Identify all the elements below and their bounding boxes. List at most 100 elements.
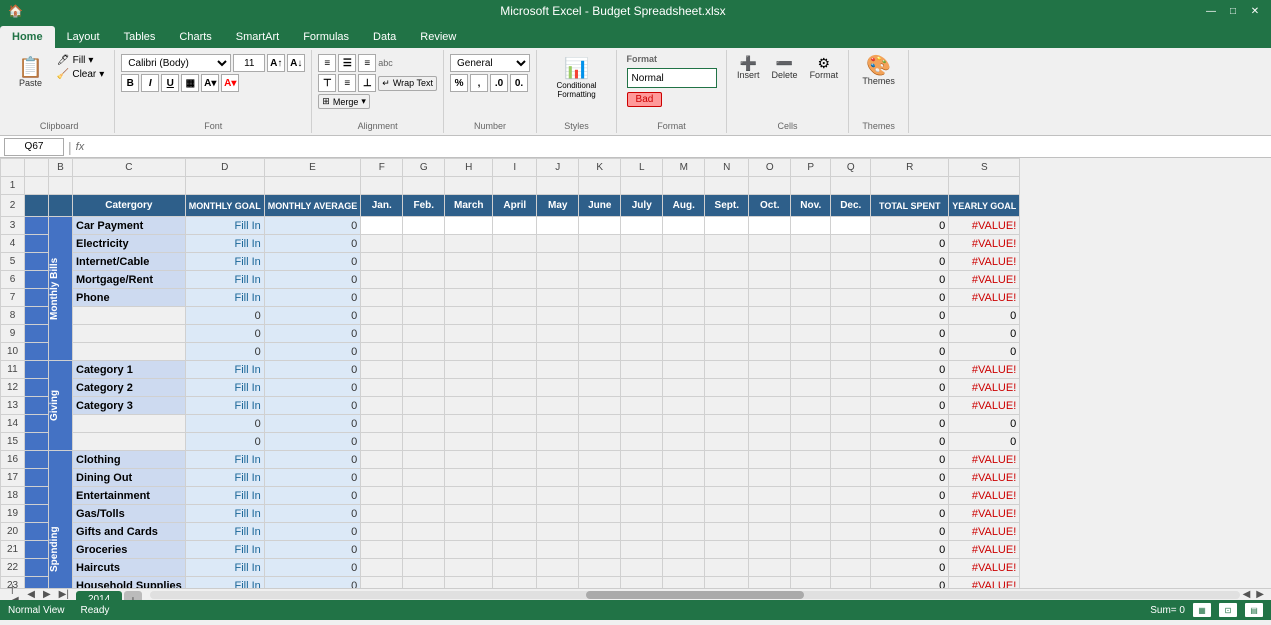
cell-8o[interactable]	[749, 307, 791, 325]
cell-8p[interactable]	[791, 307, 831, 325]
cell-car-oct[interactable]	[749, 217, 791, 235]
cell-household-july[interactable]	[621, 577, 663, 589]
cell-14h[interactable]	[445, 415, 493, 433]
cell-haircuts-july[interactable]	[621, 559, 663, 577]
cell-10j[interactable]	[537, 343, 579, 361]
underline-button[interactable]: U	[161, 74, 179, 92]
cell-9s[interactable]: 0	[949, 325, 1020, 343]
cell-household-jan[interactable]	[361, 577, 403, 589]
cell-dining-nov[interactable]	[791, 469, 831, 487]
cell-10n[interactable]	[705, 343, 749, 361]
align-center-btn[interactable]: ☰	[338, 54, 356, 72]
cell-household-feb[interactable]	[403, 577, 445, 589]
col-header-k[interactable]: K	[579, 159, 621, 177]
cell-21a[interactable]	[25, 541, 49, 559]
cell-cat3-oct[interactable]	[749, 397, 791, 415]
cell-groceries-may[interactable]	[537, 541, 579, 559]
col-header-c[interactable]: C	[73, 159, 186, 177]
cell-oct-header[interactable]: Oct.	[749, 195, 791, 217]
tab-formulas[interactable]: Formulas	[291, 26, 361, 48]
cell-monthly-goal-header[interactable]: MONTHLY GOAL	[185, 195, 264, 217]
cell-9d[interactable]: 0	[185, 325, 264, 343]
cell-10r[interactable]: 0	[871, 343, 949, 361]
cell-haircuts-yearly[interactable]: #VALUE!	[949, 559, 1020, 577]
cell-phone-total[interactable]: 0	[871, 289, 949, 307]
col-header-q[interactable]: Q	[831, 159, 871, 177]
cell-cat3-avg[interactable]: 0	[264, 397, 361, 415]
cell-internet-oct[interactable]	[749, 253, 791, 271]
cell-clothing-jan[interactable]	[361, 451, 403, 469]
cell-elec-jan[interactable]	[361, 235, 403, 253]
cell-dining-april[interactable]	[493, 469, 537, 487]
cell-phone-nov[interactable]	[791, 289, 831, 307]
cell-cat3-feb[interactable]	[403, 397, 445, 415]
cell-gas-nov[interactable]	[791, 505, 831, 523]
cell-9r[interactable]: 0	[871, 325, 949, 343]
cell-1r[interactable]	[871, 177, 949, 195]
cell-elec-goal[interactable]: Fill In	[185, 235, 264, 253]
col-header-n[interactable]: N	[705, 159, 749, 177]
cell-15g[interactable]	[403, 433, 445, 451]
cell-mortgage-jan[interactable]	[361, 271, 403, 289]
cell-8i[interactable]	[493, 307, 537, 325]
cell-clothing-oct[interactable]	[749, 451, 791, 469]
cell-dining-goal[interactable]: Fill In	[185, 469, 264, 487]
cell-phone-june[interactable]	[579, 289, 621, 307]
cell-15d[interactable]: 0	[185, 433, 264, 451]
cell-july-header[interactable]: July	[621, 195, 663, 217]
cell-14g[interactable]	[403, 415, 445, 433]
cell-household-nov[interactable]	[791, 577, 831, 589]
cell-14a[interactable]	[25, 415, 49, 433]
cell-10c[interactable]	[73, 343, 186, 361]
cell-15i[interactable]	[493, 433, 537, 451]
cell-elec-total[interactable]: 0	[871, 235, 949, 253]
cell-dining-yearly[interactable]: #VALUE!	[949, 469, 1020, 487]
cell-cat2-oct[interactable]	[749, 379, 791, 397]
cell-clothing-july[interactable]	[621, 451, 663, 469]
cell-mortgage-may[interactable]	[537, 271, 579, 289]
cell-sept-header[interactable]: Sept.	[705, 195, 749, 217]
tab-review[interactable]: Review	[408, 26, 468, 48]
cell-car-total[interactable]: 0	[871, 217, 949, 235]
cell-cat1-dec[interactable]	[831, 361, 871, 379]
cell-cat1-nov[interactable]	[791, 361, 831, 379]
cell-clothing-avg[interactable]: 0	[264, 451, 361, 469]
cell-household-april[interactable]	[493, 577, 537, 589]
cell-clothing-april[interactable]	[493, 451, 537, 469]
cell-8h[interactable]	[445, 307, 493, 325]
cell-gifts-avg[interactable]: 0	[264, 523, 361, 541]
tab-tables[interactable]: Tables	[112, 26, 168, 48]
cell-car-april[interactable]	[493, 217, 537, 235]
cell-14m[interactable]	[663, 415, 705, 433]
cell-gas-yearly[interactable]: #VALUE!	[949, 505, 1020, 523]
bad-style-badge[interactable]: Bad	[627, 92, 663, 107]
cell-cat2-avg[interactable]: 0	[264, 379, 361, 397]
cell-9k[interactable]	[579, 325, 621, 343]
delete-button[interactable]: ➖ Delete	[768, 54, 802, 82]
cell-9q[interactable]	[831, 325, 871, 343]
cell-14n[interactable]	[705, 415, 749, 433]
cell-cat2-march[interactable]	[445, 379, 493, 397]
cell-8e[interactable]: 0	[264, 307, 361, 325]
cell-cat3-jan[interactable]	[361, 397, 403, 415]
cell-gas-oct[interactable]	[749, 505, 791, 523]
align-top-btn[interactable]: ⊤	[318, 74, 336, 92]
cell-entertainment-june[interactable]	[579, 487, 621, 505]
cell-entertainment-feb[interactable]	[403, 487, 445, 505]
cell-22a[interactable]	[25, 559, 49, 577]
cell-cat2[interactable]: Category 2	[73, 379, 186, 397]
paste-button[interactable]: 📋 Paste	[10, 54, 51, 92]
cell-10q[interactable]	[831, 343, 871, 361]
cell-gas-feb[interactable]	[403, 505, 445, 523]
cell-9j[interactable]	[537, 325, 579, 343]
cell-gifts[interactable]: Gifts and Cards	[73, 523, 186, 541]
col-header-s[interactable]: S	[949, 159, 1020, 177]
cell-haircuts-feb[interactable]	[403, 559, 445, 577]
nav-next-btn[interactable]: ▶	[40, 588, 54, 600]
cell-car-march[interactable]	[445, 217, 493, 235]
cell-total-spent-header[interactable]: TOTAL SPENT	[871, 195, 949, 217]
col-header-l[interactable]: L	[621, 159, 663, 177]
cell-cat1-yearly[interactable]: #VALUE!	[949, 361, 1020, 379]
scroll-left-btn[interactable]: ◀	[1240, 588, 1254, 600]
cell-cat1[interactable]: Category 1	[73, 361, 186, 379]
